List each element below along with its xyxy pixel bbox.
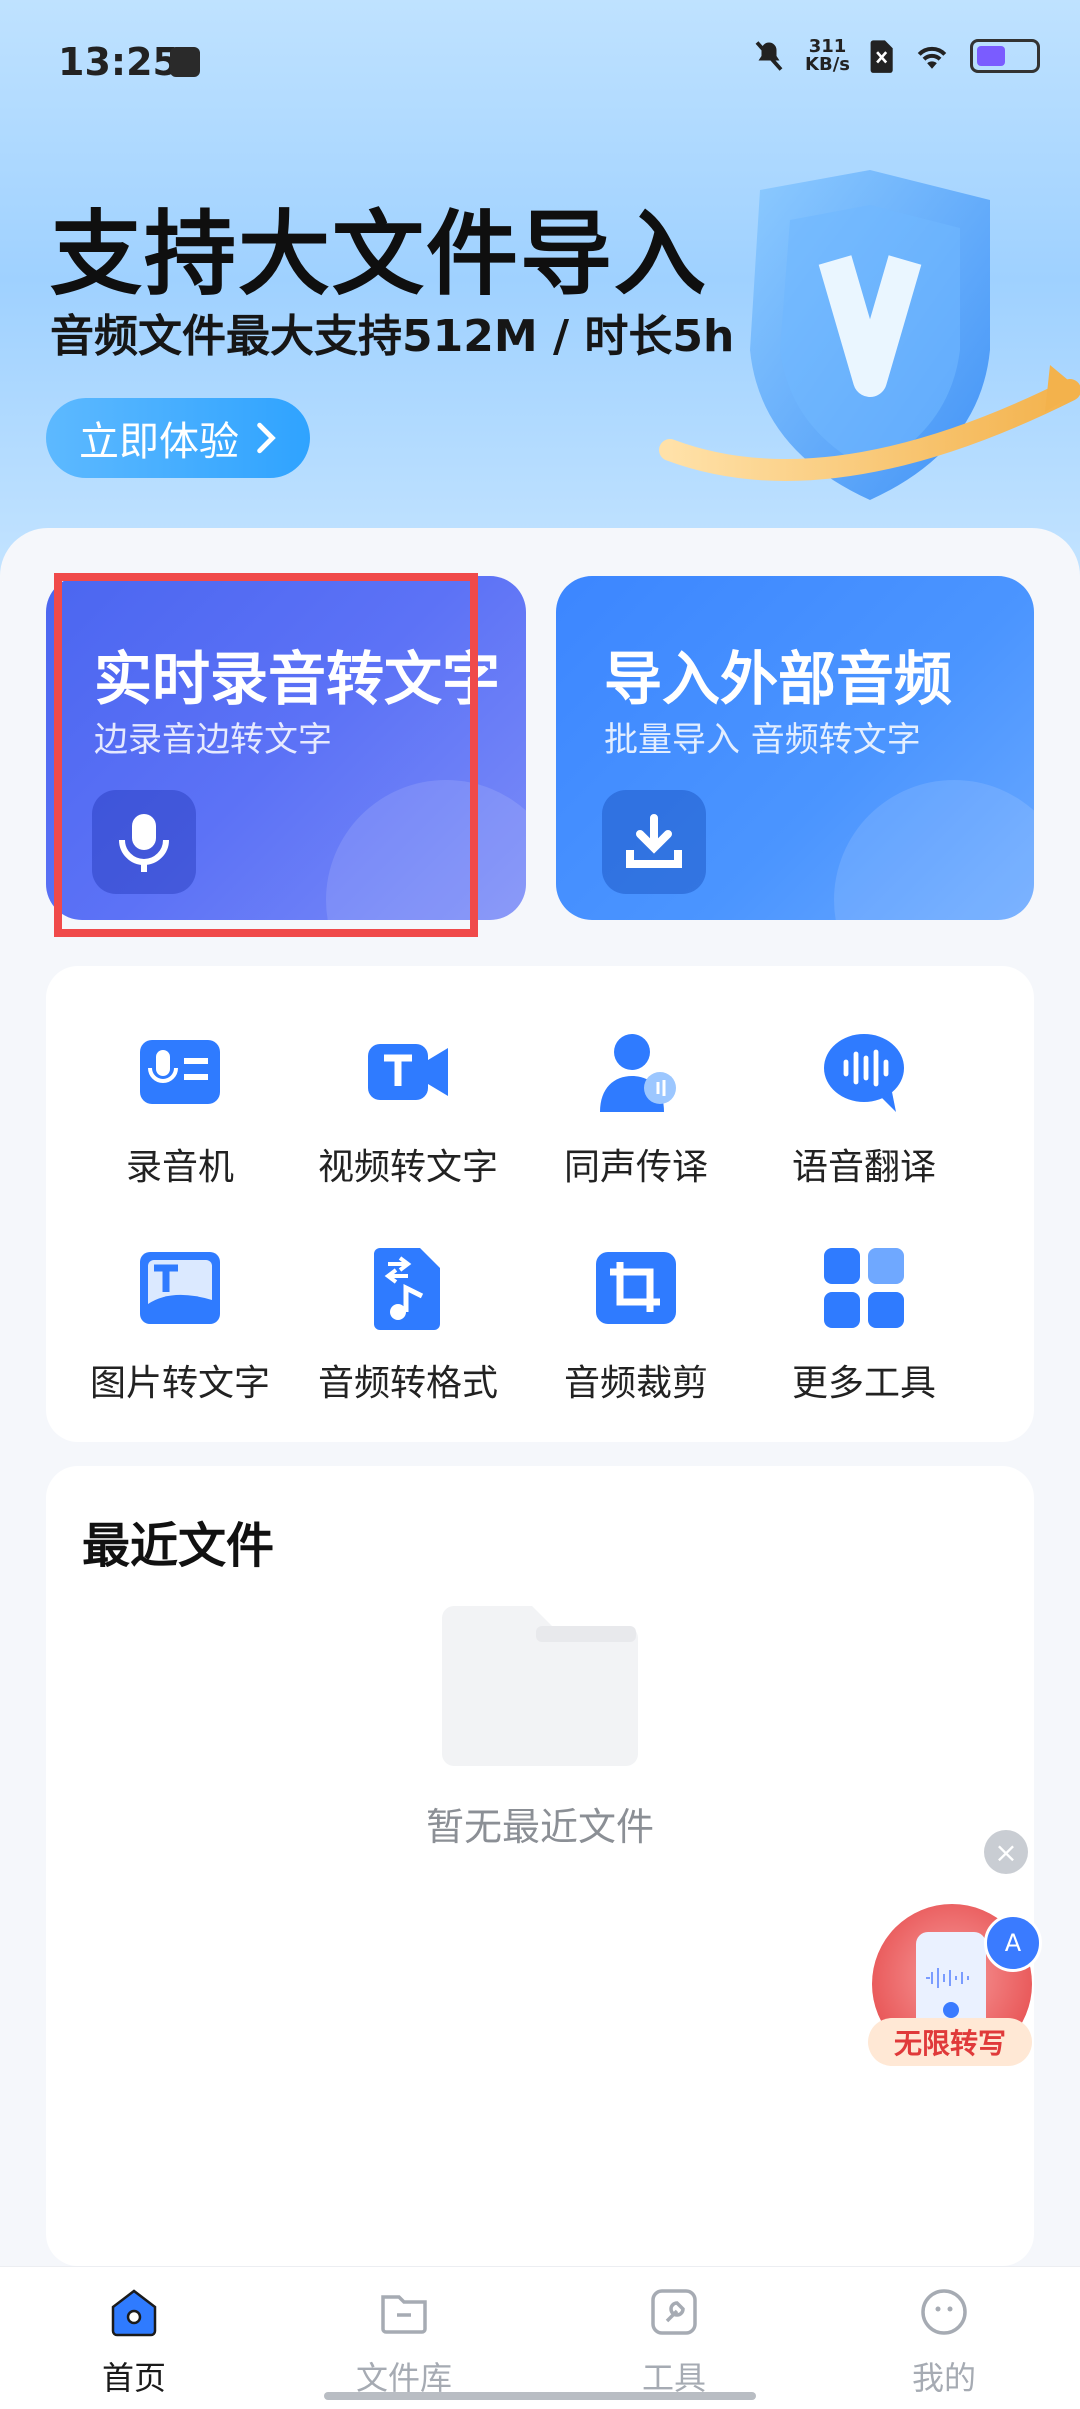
tool-label: 音频裁剪 xyxy=(563,1363,708,1404)
selection-highlight xyxy=(54,573,478,937)
empty-folder-icon xyxy=(442,1606,638,1766)
empty-state-text: 暂无最近文件 xyxy=(425,1805,654,1849)
nav-label: 我的 xyxy=(911,2359,976,2397)
hero-cta-button[interactable]: 立即体验 xyxy=(46,398,310,478)
tool-label: 图片转文字 xyxy=(89,1363,270,1404)
home-indicator[interactable] xyxy=(324,2392,756,2400)
recent-files-title: 最近文件 xyxy=(82,1518,275,1574)
promo-label[interactable]: 无限转写 xyxy=(868,2018,1032,2066)
tool-label: 录音机 xyxy=(125,1147,234,1188)
tool-label: 更多工具 xyxy=(791,1363,936,1404)
shield-illustration-icon xyxy=(659,170,1080,500)
import-icon xyxy=(602,790,706,894)
audio-format-icon xyxy=(374,1248,440,1330)
home-icon xyxy=(111,2289,157,2337)
nav-profile[interactable]: 我的 xyxy=(854,2285,1034,2399)
image-text-icon xyxy=(140,1252,220,1324)
profile-icon xyxy=(921,2289,967,2335)
tool-interpreter[interactable]: 同声传译 xyxy=(526,1028,746,1190)
tool-recorder[interactable]: 录音机 xyxy=(70,1028,290,1190)
close-promo-button[interactable]: × xyxy=(984,1830,1028,1874)
nav-files[interactable]: 文件库 xyxy=(314,2285,494,2399)
tool-video-to-text[interactable]: 视频转文字 xyxy=(298,1028,518,1190)
tool-voice-translate[interactable]: 语音翻译 xyxy=(754,1028,974,1190)
status-time: 13:25 xyxy=(58,40,179,84)
recorder-icon xyxy=(140,1040,220,1104)
tool-label: 语音翻译 xyxy=(791,1147,936,1188)
tools-icon xyxy=(651,2289,697,2335)
tool-label: 视频转文字 xyxy=(317,1147,498,1188)
tools-grid: 录音机 视频转文字 同声传译 语音翻译 图片转文字 音频转格式 音频裁剪 更多工… xyxy=(46,966,1034,1442)
hero-title: 支持大文件导入 xyxy=(50,201,709,308)
bottom-nav: 首页 文件库 工具 我的 xyxy=(0,2266,1080,2409)
status-bar: 13:25 311 KB/s xyxy=(0,0,1080,120)
mute-icon xyxy=(755,41,783,71)
tool-more[interactable]: 更多工具 xyxy=(754,1244,974,1406)
card-subtitle: 批量导入 音频转文字 xyxy=(604,720,921,760)
tool-image-to-text[interactable]: 图片转文字 xyxy=(70,1244,290,1406)
nav-tools[interactable]: 工具 xyxy=(584,2285,764,2399)
voice-translate-icon xyxy=(824,1034,904,1112)
nav-home[interactable]: 首页 xyxy=(44,2285,224,2399)
phone-icon xyxy=(916,1932,986,2032)
folder-icon xyxy=(381,2295,427,2334)
net-speed: 311 KB/s xyxy=(805,38,850,74)
translate-badge-icon: A xyxy=(984,1914,1042,1972)
hero-cta-label: 立即体验 xyxy=(79,419,239,465)
tool-label: 音频转格式 xyxy=(317,1363,498,1404)
hero-subtitle: 音频文件最大支持512M / 时长5h xyxy=(50,311,735,362)
video-text-icon xyxy=(368,1044,448,1100)
audio-crop-icon xyxy=(596,1252,676,1324)
card-title: 导入外部音频 xyxy=(604,645,953,713)
tool-audio-crop[interactable]: 音频裁剪 xyxy=(526,1244,746,1406)
chevron-right-icon xyxy=(257,422,276,454)
more-tools-icon xyxy=(824,1248,904,1328)
recent-files-panel: 最近文件 暂无最近文件 xyxy=(46,1466,1034,2266)
tool-label: 同声传译 xyxy=(563,1147,708,1188)
interpreter-icon xyxy=(600,1034,676,1112)
sd-card-icon xyxy=(170,47,200,77)
close-icon: × xyxy=(994,1835,1018,1869)
nav-label: 首页 xyxy=(101,2359,166,2397)
tool-audio-format[interactable]: 音频转格式 xyxy=(298,1244,518,1406)
import-audio-card[interactable]: 导入外部音频 批量导入 音频转文字 xyxy=(556,576,1034,920)
battery-icon xyxy=(970,39,1040,73)
net-speed-unit: KB/s xyxy=(805,54,850,75)
wifi-icon xyxy=(917,46,947,69)
sim-icon xyxy=(870,40,893,73)
